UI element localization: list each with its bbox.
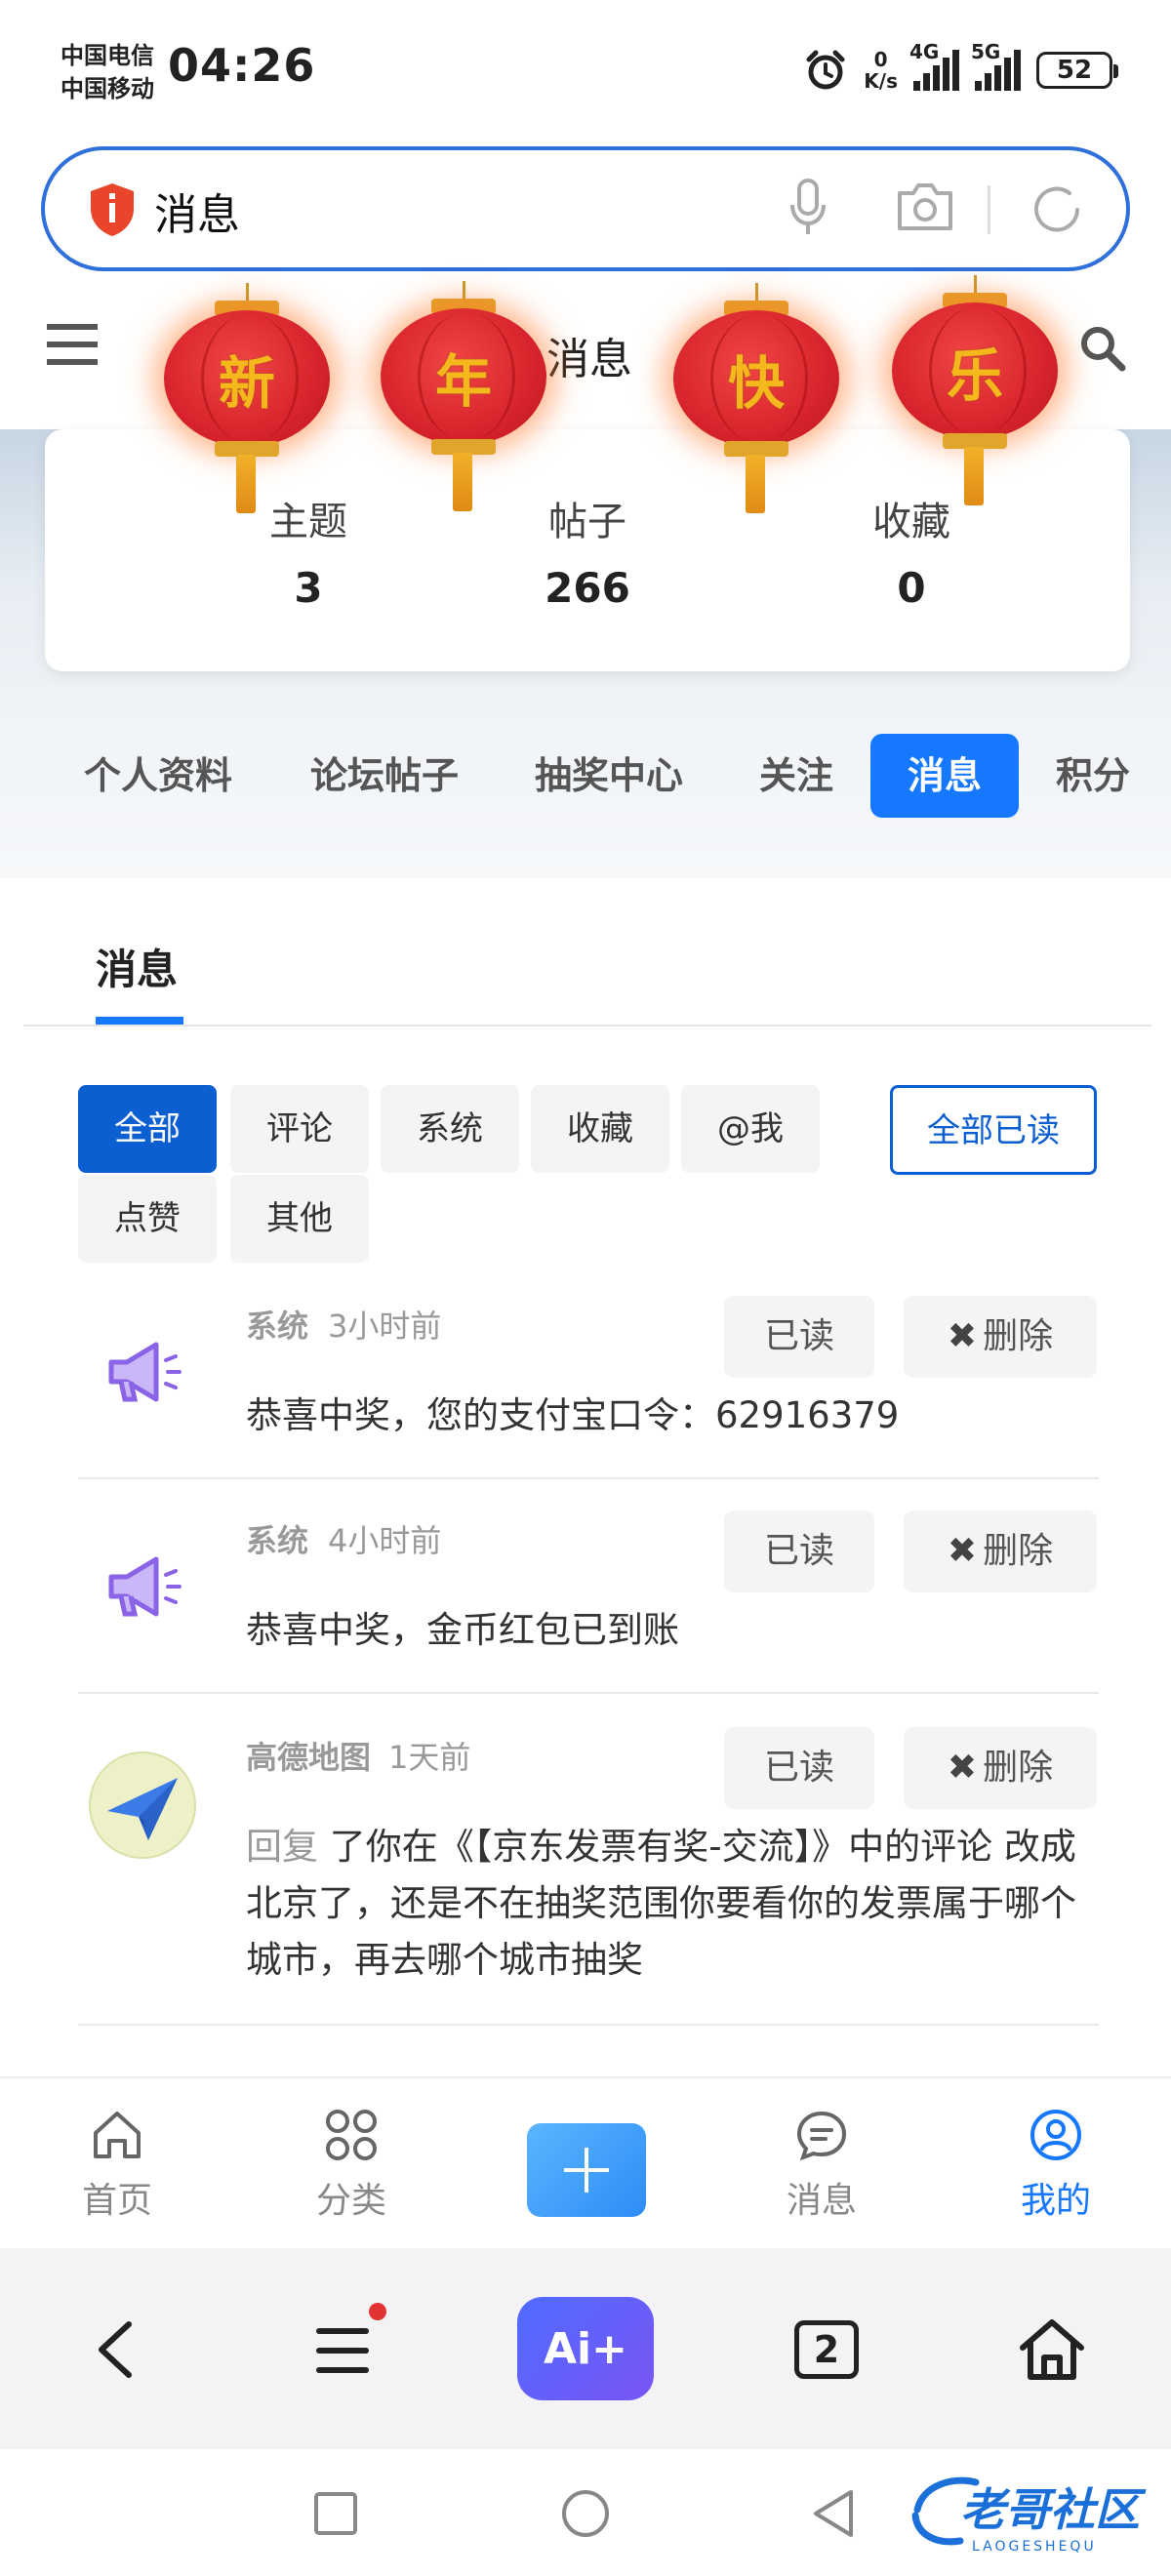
browser-toolbar: Ai+ 2 bbox=[0, 2248, 1171, 2449]
lantern-decoration: 快 bbox=[664, 283, 849, 527]
notification-dot bbox=[369, 2303, 386, 2320]
message-sender: 高德地图 bbox=[246, 1739, 372, 1776]
system-nav-bar: 老哥社区 LAOGESHEQU bbox=[0, 2449, 1171, 2576]
shield-icon bbox=[91, 183, 134, 236]
filter-likes[interactable]: 点赞 bbox=[78, 1175, 217, 1263]
panel-title[interactable]: 消息 bbox=[96, 937, 178, 996]
message-item: 系统 4小时前 已读 ✖ 删除 恭喜中奖，金币红包已到账 bbox=[78, 1510, 1099, 1686]
nav-mine[interactable]: 我的 bbox=[983, 2108, 1129, 2223]
nav-categories[interactable]: 分类 bbox=[278, 2108, 424, 2223]
close-icon: ✖ bbox=[947, 1316, 978, 1356]
filter-other[interactable]: 其他 bbox=[230, 1175, 369, 1263]
svg-text:LAOGESHEQU: LAOGESHEQU bbox=[972, 2539, 1097, 2555]
svg-text:老哥社区: 老哥社区 bbox=[960, 2483, 1147, 2536]
close-icon: ✖ bbox=[947, 1531, 978, 1571]
delete-button[interactable]: ✖ 删除 bbox=[904, 1296, 1097, 1378]
menu-icon[interactable] bbox=[47, 322, 98, 367]
tab-follow[interactable]: 关注 bbox=[759, 734, 833, 818]
message-content: 回复 了你在《【京东发票有奖-交流】》中的评论 改成北京了，还是不在抽奖范围你要… bbox=[246, 1819, 1095, 1989]
panel-title-underline bbox=[96, 1017, 183, 1025]
tab-profile[interactable]: 个人资料 bbox=[84, 734, 232, 818]
back-icon[interactable] bbox=[94, 2318, 137, 2381]
mark-all-read-button[interactable]: 全部已读 bbox=[890, 1085, 1097, 1175]
profile-tabs: 个人资料 论坛帖子 抽奖中心 关注 消息 积分 bbox=[0, 734, 1171, 818]
plus-icon bbox=[564, 2148, 609, 2193]
carrier-2: 中国移动 bbox=[61, 75, 154, 102]
microphone-icon[interactable] bbox=[788, 178, 828, 238]
panel-divider bbox=[23, 1025, 1151, 1026]
ai-assistant-button[interactable]: Ai+ bbox=[517, 2297, 654, 2400]
menu-icon[interactable] bbox=[316, 2326, 369, 2375]
message-divider bbox=[78, 1477, 1099, 1479]
message-content: 恭喜中奖，金币红包已到账 bbox=[246, 1609, 679, 1651]
message-panel: 消息 全部 评论 系统 收藏 @我 全部已读 点赞 其他 系统 3小时前 已读 … bbox=[23, 888, 1151, 2078]
megaphone-icon bbox=[88, 1534, 197, 1643]
watermark-logo: 老哥社区 LAOGESHEQU bbox=[908, 2471, 1157, 2558]
user-icon bbox=[1030, 2110, 1081, 2160]
home-icon bbox=[94, 2112, 141, 2158]
recent-apps-icon[interactable] bbox=[312, 2490, 359, 2537]
signal-4g-icon: 4G bbox=[909, 40, 959, 91]
grid-icon bbox=[326, 2110, 377, 2160]
clock: 04:26 bbox=[168, 39, 316, 92]
filter-system[interactable]: 系统 bbox=[381, 1085, 519, 1173]
message-divider bbox=[78, 1692, 1099, 1694]
address-search-bar[interactable]: 消息 bbox=[41, 146, 1130, 271]
message-divider bbox=[78, 2024, 1099, 2026]
message-time: 3小时前 bbox=[328, 1308, 442, 1345]
filter-mentions[interactable]: @我 bbox=[681, 1085, 820, 1173]
filter-comments[interactable]: 评论 bbox=[230, 1085, 369, 1173]
megaphone-icon bbox=[88, 1319, 197, 1429]
reply-prefix: 回复 bbox=[246, 1826, 318, 1868]
delete-button[interactable]: ✖ 删除 bbox=[904, 1727, 1097, 1809]
page-title: 消息 bbox=[546, 335, 632, 384]
message-time: 4小时前 bbox=[328, 1522, 442, 1559]
message-content: 恭喜中奖，您的支付宝口令：62916379 bbox=[246, 1394, 900, 1436]
alarm-icon bbox=[806, 50, 845, 90]
back-triangle-icon[interactable] bbox=[810, 2488, 857, 2539]
bottom-nav: 首页 分类 消息 我的 bbox=[0, 2076, 1171, 2248]
home-circle-icon[interactable] bbox=[560, 2488, 611, 2539]
carrier-names: 中国电信 中国移动 bbox=[61, 39, 154, 105]
tab-points[interactable]: 积分 bbox=[1056, 734, 1130, 818]
reply-text: 了你在《【京东发票有奖-交流】》中的评论 改成北京了，还是不在抽奖范围你要看你的… bbox=[246, 1826, 1076, 1981]
message-sender: 系统 bbox=[246, 1522, 309, 1559]
search-divider bbox=[988, 185, 990, 234]
status-icons: 0 K/s 4G 5G 52 bbox=[803, 40, 1118, 98]
delete-button[interactable]: ✖ 删除 bbox=[904, 1510, 1097, 1592]
search-icon[interactable] bbox=[1078, 324, 1127, 373]
message-time: 1天前 bbox=[388, 1739, 471, 1776]
lantern-decoration: 乐 bbox=[882, 275, 1068, 519]
camera-icon[interactable] bbox=[896, 180, 954, 234]
tab-messages[interactable]: 消息 bbox=[870, 734, 1020, 818]
message-item: 系统 3小时前 已读 ✖ 删除 恭喜中奖，您的支付宝口令：62916379 bbox=[78, 1296, 1099, 1471]
search-text[interactable]: 消息 bbox=[154, 180, 240, 242]
battery-indicator: 52 bbox=[1036, 52, 1118, 89]
avatar[interactable] bbox=[88, 1751, 197, 1860]
add-post-button[interactable] bbox=[527, 2123, 646, 2217]
signal-5g-icon: 5G bbox=[971, 40, 1021, 91]
home-icon[interactable] bbox=[1017, 2316, 1087, 2383]
tab-lottery[interactable]: 抽奖中心 bbox=[535, 734, 683, 818]
net-speed: 0 K/s bbox=[864, 48, 898, 93]
mark-read-button[interactable]: 已读 bbox=[724, 1510, 874, 1592]
carrier-1: 中国电信 bbox=[61, 42, 154, 69]
close-icon: ✖ bbox=[947, 1748, 978, 1788]
lantern-decoration: 年 bbox=[371, 281, 556, 525]
lantern-decoration: 新 bbox=[154, 283, 340, 527]
chat-icon bbox=[796, 2111, 847, 2161]
refresh-icon[interactable] bbox=[1029, 181, 1085, 238]
mark-read-button[interactable]: 已读 bbox=[724, 1296, 874, 1378]
message-item: 高德地图 1天前 已读 ✖ 删除 回复 了你在《【京东发票有奖-交流】》中的评论 … bbox=[78, 1727, 1099, 2020]
nav-messages[interactable]: 消息 bbox=[748, 2108, 895, 2223]
mark-read-button[interactable]: 已读 bbox=[724, 1727, 874, 1809]
tab-forum-posts[interactable]: 论坛帖子 bbox=[310, 734, 459, 818]
status-bar: 中国电信 中国移动 04:26 0 K/s 4G 5G 52 bbox=[0, 0, 1171, 137]
filter-all[interactable]: 全部 bbox=[78, 1085, 217, 1173]
filter-favorites[interactable]: 收藏 bbox=[531, 1085, 669, 1173]
tabs-count-button[interactable]: 2 bbox=[794, 2320, 859, 2379]
nav-home[interactable]: 首页 bbox=[44, 2108, 190, 2223]
message-sender: 系统 bbox=[246, 1308, 309, 1345]
